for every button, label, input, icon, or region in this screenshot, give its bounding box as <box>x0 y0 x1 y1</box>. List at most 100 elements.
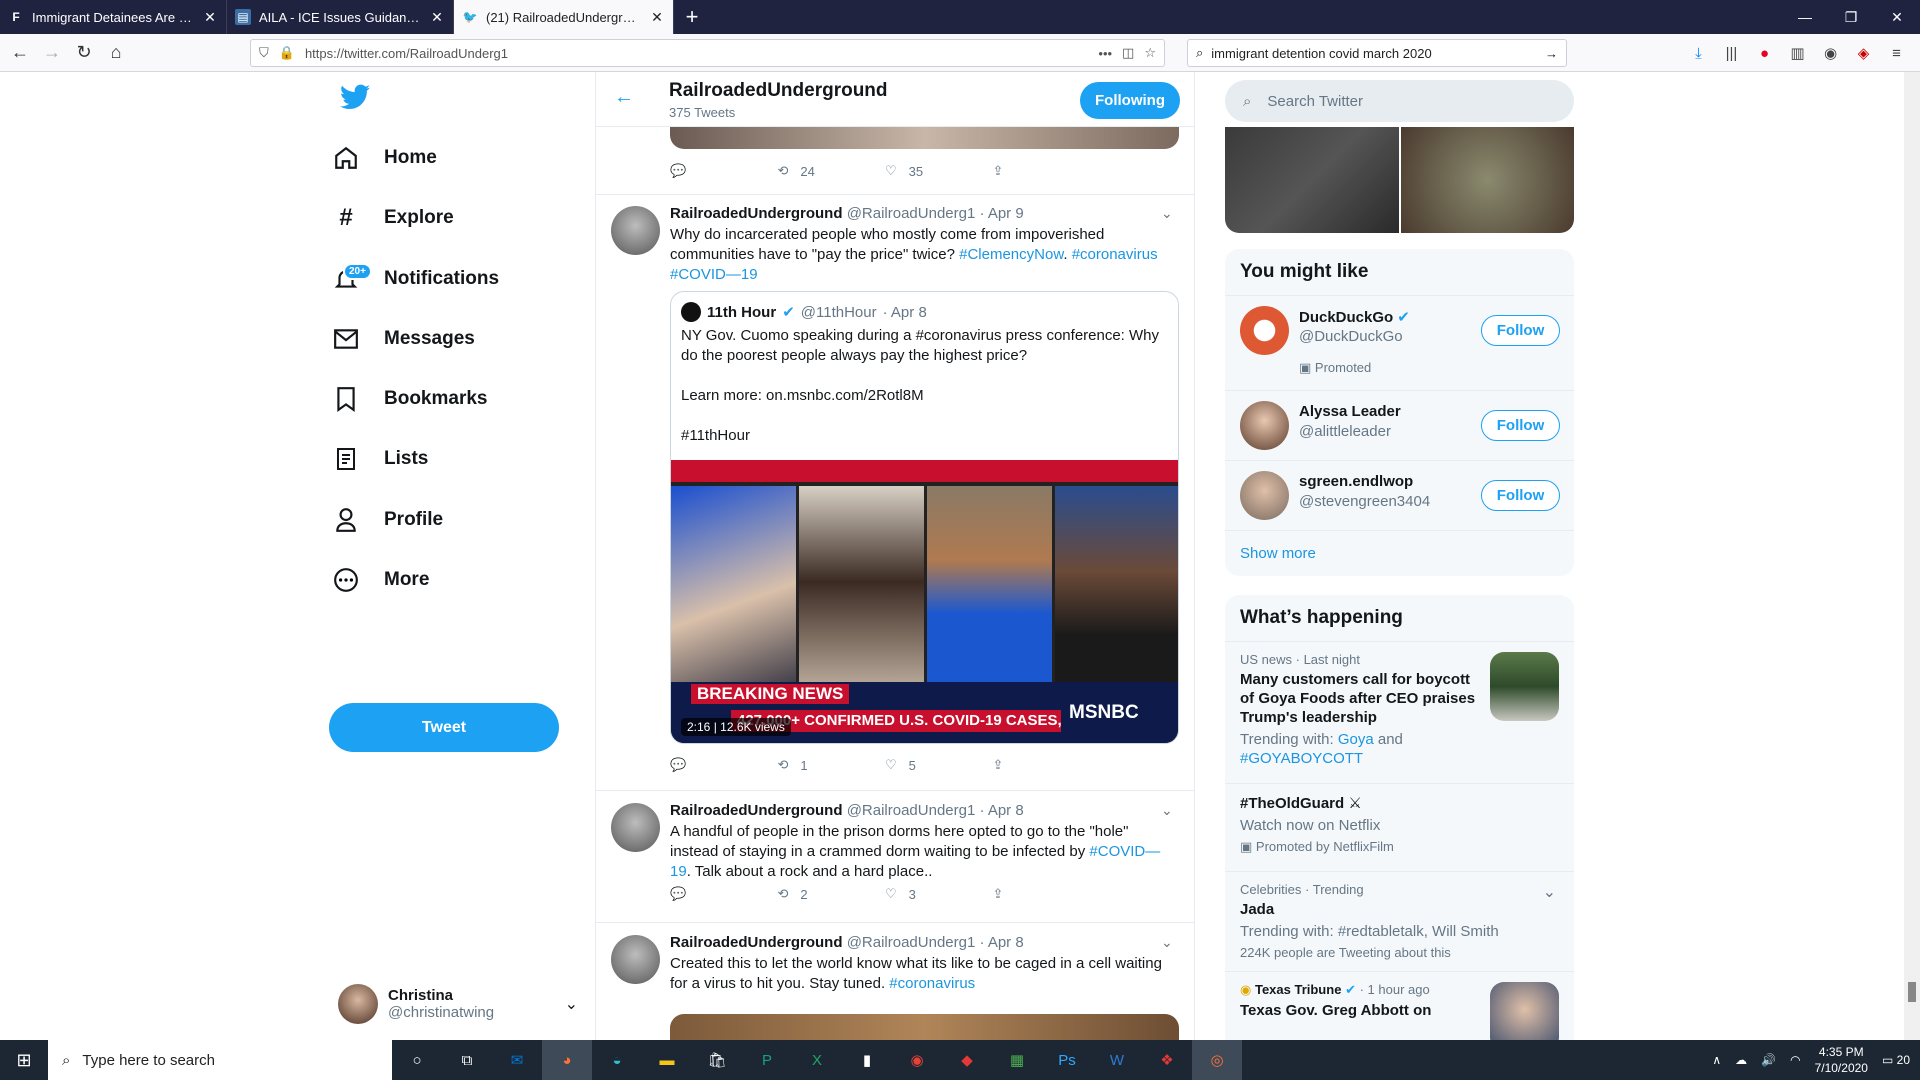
app-icon[interactable]: ◎ <box>1192 1040 1242 1080</box>
extension-icon[interactable]: ◈ <box>1850 40 1877 66</box>
hashtag-link[interactable]: #ClemencyNow <box>959 246 1063 263</box>
hashtag-link[interactable]: #coronavirus <box>1072 246 1158 263</box>
avatar[interactable] <box>611 206 660 255</box>
scrollbar-thumb[interactable] <box>1908 982 1916 1002</box>
share-icon[interactable]: ⇪ <box>993 757 1101 773</box>
app-icon[interactable]: ▦ <box>992 1040 1042 1080</box>
restore-icon[interactable]: ❐ <box>1828 0 1874 34</box>
publisher-icon[interactable]: P <box>742 1040 792 1080</box>
chrome-icon[interactable]: ◉ <box>892 1040 942 1080</box>
hashtag-link[interactable]: #COVID—19 <box>670 266 758 283</box>
tweet-handle[interactable]: @RailroadUnderg1 <box>847 934 976 951</box>
previous-tweet-media[interactable] <box>670 127 1179 149</box>
trend-item[interactable]: #TheOldGuard ⚔ Watch now on Netflix ▣ Pr… <box>1225 784 1574 872</box>
tweet-author[interactable]: RailroadedUnderground <box>670 205 843 222</box>
nav-more[interactable]: More <box>330 560 429 600</box>
chevron-down-icon[interactable]: ⌄ <box>1161 802 1173 819</box>
back-arrow-icon[interactable]: ← <box>614 86 634 109</box>
app-icon[interactable]: ◆ <box>942 1040 992 1080</box>
trend-link[interactable]: #GOYABOYCOTT <box>1240 750 1363 767</box>
page-scrollbar[interactable] <box>1904 72 1920 1040</box>
firefox-icon[interactable]: ◕ <box>542 1040 592 1080</box>
suggested-user[interactable]: DuckDuckGo ✔ @DuckDuckGo ▣ Promoted Follo… <box>1225 296 1574 391</box>
pinterest-icon[interactable]: ● <box>1751 40 1778 66</box>
nav-bookmarks[interactable]: Bookmarks <box>330 379 488 419</box>
app-icon[interactable]: ❖ <box>1142 1040 1192 1080</box>
twitter-search[interactable]: ⌕ Search Twitter <box>1225 80 1574 122</box>
browser-tab-2[interactable]: ▤ AILA - ICE Issues Guidance on C ✕ <box>227 0 454 34</box>
tweet-handle[interactable]: @RailroadUnderg1 <box>847 802 976 819</box>
quoted-tweet[interactable]: 11th Hour ✔ @11thHour · Apr 8 NY Gov. Cu… <box>670 291 1179 744</box>
chevron-down-icon[interactable]: ⌄ <box>565 994 578 1014</box>
video-player[interactable]: BREAKING NEWS 427,000+ CONFIRMED U.S. CO… <box>671 460 1178 743</box>
store-icon[interactable]: 🛍 <box>692 1040 742 1080</box>
trend-item[interactable]: Celebrities · Trending ⌄ Jada Trending w… <box>1225 872 1574 972</box>
tweet-author[interactable]: RailroadedUnderground <box>670 934 843 951</box>
tweet-date[interactable]: · Apr 9 <box>980 205 1024 222</box>
pocket-icon[interactable]: ◫ <box>1122 45 1134 61</box>
taskbar-search[interactable]: ⌕ Type here to search <box>48 1040 392 1080</box>
reply-icon[interactable]: 💬 <box>670 757 778 773</box>
twitter-logo-icon[interactable] <box>340 84 370 117</box>
tweet-button[interactable]: Tweet <box>329 703 559 752</box>
file-explorer-icon[interactable]: ▬ <box>642 1040 692 1080</box>
close-tab-icon[interactable]: ✕ <box>202 9 218 26</box>
nav-home[interactable]: Home <box>330 138 437 178</box>
tweet-date[interactable]: · Apr 8 <box>980 934 1024 951</box>
like-button[interactable]: ♡ 3 <box>885 886 993 902</box>
edge-icon[interactable]: ◒ <box>592 1040 642 1080</box>
search-value[interactable]: immigrant detention covid march 2020 <box>1211 46 1537 61</box>
outlook-icon[interactable]: ✉ <box>492 1040 542 1080</box>
search-placeholder[interactable]: Search Twitter <box>1267 93 1363 110</box>
account-icon[interactable]: ◉ <box>1817 40 1844 66</box>
home-icon[interactable]: ⌂ <box>100 37 132 69</box>
trend-item[interactable]: US news · Last night Many customers call… <box>1225 642 1574 784</box>
sidebar-icon[interactable]: ▥ <box>1784 40 1811 66</box>
suggested-user[interactable]: sgreen.endlwop @stevengreen3404 Follow <box>1225 461 1574 531</box>
chevron-up-icon[interactable]: ∧ <box>1712 1053 1721 1067</box>
hashtag-link[interactable]: #coronavirus <box>889 975 975 992</box>
nav-profile[interactable]: Profile <box>330 500 443 540</box>
taskbar-search-placeholder[interactable]: Type here to search <box>82 1052 215 1069</box>
url-text[interactable]: https://twitter.com/RailroadUnderg1 <box>305 46 1088 61</box>
media-thumb[interactable] <box>1400 127 1574 233</box>
go-arrow-icon[interactable]: → <box>1545 46 1558 61</box>
suggested-user[interactable]: Alyssa Leader @alittleleader Follow <box>1225 391 1574 461</box>
follow-button[interactable]: Follow <box>1481 480 1560 511</box>
reply-icon[interactable]: 💬 <box>670 886 778 902</box>
retweet-button[interactable]: ⟲ 2 <box>778 886 886 902</box>
nav-messages[interactable]: Messages <box>330 319 475 359</box>
word-icon[interactable]: W <box>1092 1040 1142 1080</box>
chevron-down-icon[interactable]: ⌄ <box>1543 882 1556 902</box>
media-thumb[interactable] <box>1225 127 1399 233</box>
onedrive-icon[interactable]: ☁ <box>1735 1053 1747 1067</box>
account-switcher[interactable]: Christina @christinatwing ⌄ <box>338 980 578 1028</box>
avatar[interactable] <box>611 935 660 984</box>
windows-start-icon[interactable]: ⊞ <box>0 1040 48 1080</box>
tweet-author[interactable]: RailroadedUnderground <box>670 802 843 819</box>
tweet-media[interactable] <box>670 1014 1179 1040</box>
task-view-icon[interactable]: ⧉ <box>442 1040 492 1080</box>
star-icon[interactable]: ☆ <box>1144 45 1156 61</box>
reload-icon[interactable]: ↻ <box>68 37 100 69</box>
close-window-icon[interactable]: ✕ <box>1874 0 1920 34</box>
excel-icon[interactable]: X <box>792 1040 842 1080</box>
close-tab-icon[interactable]: ✕ <box>429 9 445 26</box>
back-icon[interactable]: ← <box>4 37 36 69</box>
download-icon[interactable]: ⤓ <box>1685 40 1712 66</box>
app-icon[interactable]: ▮ <box>842 1040 892 1080</box>
photoshop-icon[interactable]: Ps <box>1042 1040 1092 1080</box>
chevron-down-icon[interactable]: ⌄ <box>1161 934 1173 951</box>
nav-explore[interactable]: # Explore <box>330 198 453 238</box>
trend-item[interactable]: ◉ Texas Tribune ✔ · 1 hour ago Texas Gov… <box>1225 972 1574 1040</box>
like-button[interactable]: ♡ 5 <box>885 757 993 773</box>
wifi-icon[interactable]: ◠ <box>1790 1053 1800 1067</box>
follow-button[interactable]: Follow <box>1481 315 1560 346</box>
url-bar[interactable]: ⛉ 🔒 https://twitter.com/RailroadUnderg1 … <box>250 39 1165 67</box>
notification-center-icon[interactable]: ▭ 20 <box>1882 1053 1910 1067</box>
trend-link[interactable]: Goya <box>1338 731 1374 748</box>
forward-icon[interactable]: → <box>36 37 68 69</box>
tweet[interactable]: RailroadedUnderground @RailroadUnderg1 ·… <box>596 792 1194 923</box>
volume-icon[interactable]: 🔊 <box>1761 1053 1776 1067</box>
chevron-down-icon[interactable]: ⌄ <box>1161 205 1173 222</box>
